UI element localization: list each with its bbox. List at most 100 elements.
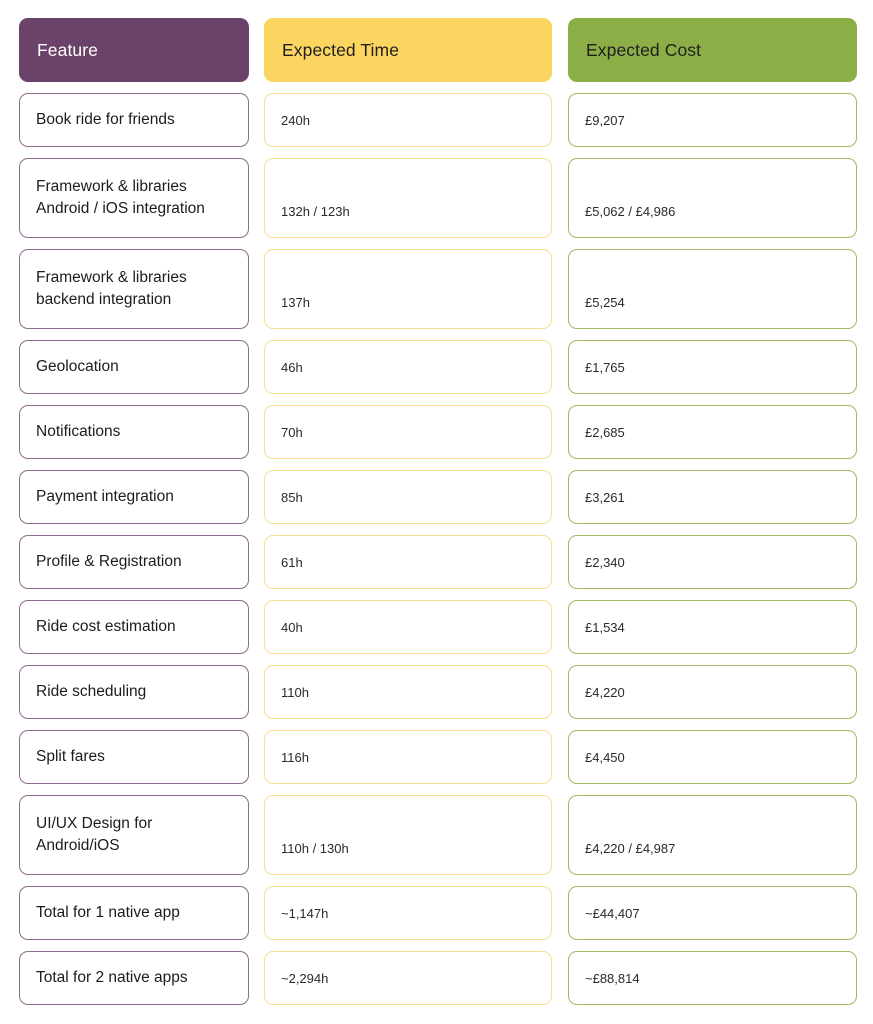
feature-label: Ride scheduling (36, 681, 146, 703)
expected-cost-cell: ~£44,407 (568, 886, 857, 940)
feature-label: Geolocation (36, 356, 119, 378)
feature-label-line1: Ride cost estimation (36, 617, 176, 635)
feature-cell: Framework & libraries Android / iOS integ… (19, 158, 249, 238)
table-row: Total for 2 native apps ~2,294h ~£88,814 (19, 951, 857, 1005)
expected-cost-value: £4,220 (585, 684, 625, 700)
feature-label: Profile & Registration (36, 551, 182, 573)
feature-label-line1: UI/UX Design for (36, 814, 153, 832)
feature-cell: Payment integration (19, 470, 249, 524)
column-header-feature: Feature (19, 18, 249, 82)
expected-time-cell: 70h (264, 405, 552, 459)
feature-cell: Ride cost estimation (19, 600, 249, 654)
expected-time-cell: 137h (264, 249, 552, 329)
expected-time-value: 116h (281, 749, 309, 765)
feature-cell: Profile & Registration (19, 535, 249, 589)
table-row: Payment integration 85h £3,261 (19, 470, 857, 524)
feature-label-line1: Profile & Registration (36, 552, 182, 570)
table-row: Geolocation 46h £1,765 (19, 340, 857, 394)
expected-cost-value: ~£88,814 (585, 970, 640, 986)
feature-label-line1: Total for 2 native apps (36, 968, 188, 986)
feature-cell: UI/UX Design for Android/iOS (19, 795, 249, 875)
feature-cell: Framework & libraries backend integration (19, 249, 249, 329)
table-row: Framework & libraries Android / iOS integ… (19, 158, 857, 238)
expected-time-value: 61h (281, 554, 303, 570)
feature-label-line1: Notifications (36, 422, 121, 440)
feature-label: Book ride for friends (36, 109, 175, 131)
table-row: Ride scheduling 110h £4,220 (19, 665, 857, 719)
expected-cost-value: £2,685 (585, 424, 625, 440)
feature-cell: Total for 1 native app (19, 886, 249, 940)
expected-time-value: 110h / 130h (281, 841, 349, 856)
expected-time-value: 240h (281, 112, 310, 128)
feature-cell: Ride scheduling (19, 665, 249, 719)
expected-time-cell: 46h (264, 340, 552, 394)
expected-time-cell: 110h / 130h (264, 795, 552, 875)
expected-cost-value: £4,220 / £4,987 (585, 841, 676, 856)
expected-time-cell: 85h (264, 470, 552, 524)
table-row: Split fares 116h £4,450 (19, 730, 857, 784)
feature-label: Ride cost estimation (36, 616, 176, 638)
expected-time-value: 70h (281, 424, 303, 440)
feature-label-line1: Ride scheduling (36, 682, 147, 700)
feature-label-line1: Framework & libraries (36, 177, 187, 195)
feature-label-line1: Split fares (36, 747, 105, 765)
expected-cost-value: £3,261 (585, 489, 625, 505)
expected-time-value: 85h (281, 489, 303, 505)
expected-time-cell: ~1,147h (264, 886, 552, 940)
expected-time-cell: ~2,294h (264, 951, 552, 1005)
expected-cost-cell: £2,685 (568, 405, 857, 459)
expected-cost-cell: £3,261 (568, 470, 857, 524)
expected-time-cell: 61h (264, 535, 552, 589)
column-header-feature-label: Feature (37, 39, 99, 60)
feature-label: Payment integration (36, 486, 174, 508)
feature-label: Total for 1 native app (36, 902, 180, 924)
expected-cost-cell: £4,220 / £4,987 (568, 795, 857, 875)
feature-cell: Notifications (19, 405, 249, 459)
column-header-expected-cost-label: Expected Cost (586, 39, 702, 60)
expected-time-value: 132h / 123h (281, 204, 350, 219)
expected-cost-cell: ~£88,814 (568, 951, 857, 1005)
expected-time-value: ~2,294h (281, 970, 329, 986)
expected-time-cell: 110h (264, 665, 552, 719)
expected-cost-value: ~£44,407 (585, 905, 640, 921)
expected-time-cell: 116h (264, 730, 552, 784)
expected-time-cell: 40h (264, 600, 552, 654)
feature-label: Framework & libraries Android / iOS integ… (36, 176, 205, 221)
feature-label: Notifications (36, 421, 120, 443)
estimate-table: Feature Expected Time Expected Cost Book… (0, 0, 873, 1024)
expected-cost-cell: £5,254 (568, 249, 857, 329)
feature-label-line1: Book ride for friends (36, 110, 175, 128)
expected-time-value: ~1,147h (281, 905, 329, 921)
feature-label: Split fares (36, 746, 105, 768)
feature-label-line2: Android/iOS (36, 837, 120, 854)
table-header-row: Feature Expected Time Expected Cost (19, 18, 857, 82)
expected-cost-cell: £2,340 (568, 535, 857, 589)
feature-label-line1: Framework & libraries (36, 268, 187, 286)
feature-cell: Split fares (19, 730, 249, 784)
feature-cell: Geolocation (19, 340, 249, 394)
feature-label: UI/UX Design for Android/iOS (36, 813, 152, 858)
feature-label-line1: Total for 1 native app (36, 903, 180, 921)
expected-time-cell: 132h / 123h (264, 158, 552, 238)
expected-time-value: 110h (281, 684, 309, 700)
expected-cost-value: £4,450 (585, 749, 625, 765)
expected-cost-value: £1,534 (585, 619, 625, 635)
expected-time-cell: 240h (264, 93, 552, 147)
feature-cell: Book ride for friends (19, 93, 249, 147)
table-row: UI/UX Design for Android/iOS 110h / 130h £4… (19, 795, 857, 875)
feature-label: Total for 2 native apps (36, 967, 188, 989)
table-row: Profile & Registration 61h £2,340 (19, 535, 857, 589)
column-header-expected-time: Expected Time (264, 18, 552, 82)
expected-time-value: 137h (281, 295, 310, 310)
feature-cell: Total for 2 native apps (19, 951, 249, 1005)
expected-cost-cell: £4,450 (568, 730, 857, 784)
feature-label-line2: backend integration (36, 291, 172, 308)
expected-time-value: 40h (281, 619, 303, 635)
feature-label-line1: Geolocation (36, 357, 119, 375)
expected-cost-cell: £5,062 / £4,986 (568, 158, 857, 238)
feature-label: Framework & libraries backend integration (36, 267, 187, 312)
expected-cost-cell: £9,207 (568, 93, 857, 147)
expected-cost-cell: £1,534 (568, 600, 857, 654)
expected-cost-cell: £4,220 (568, 665, 857, 719)
expected-cost-value: £2,340 (585, 554, 625, 570)
